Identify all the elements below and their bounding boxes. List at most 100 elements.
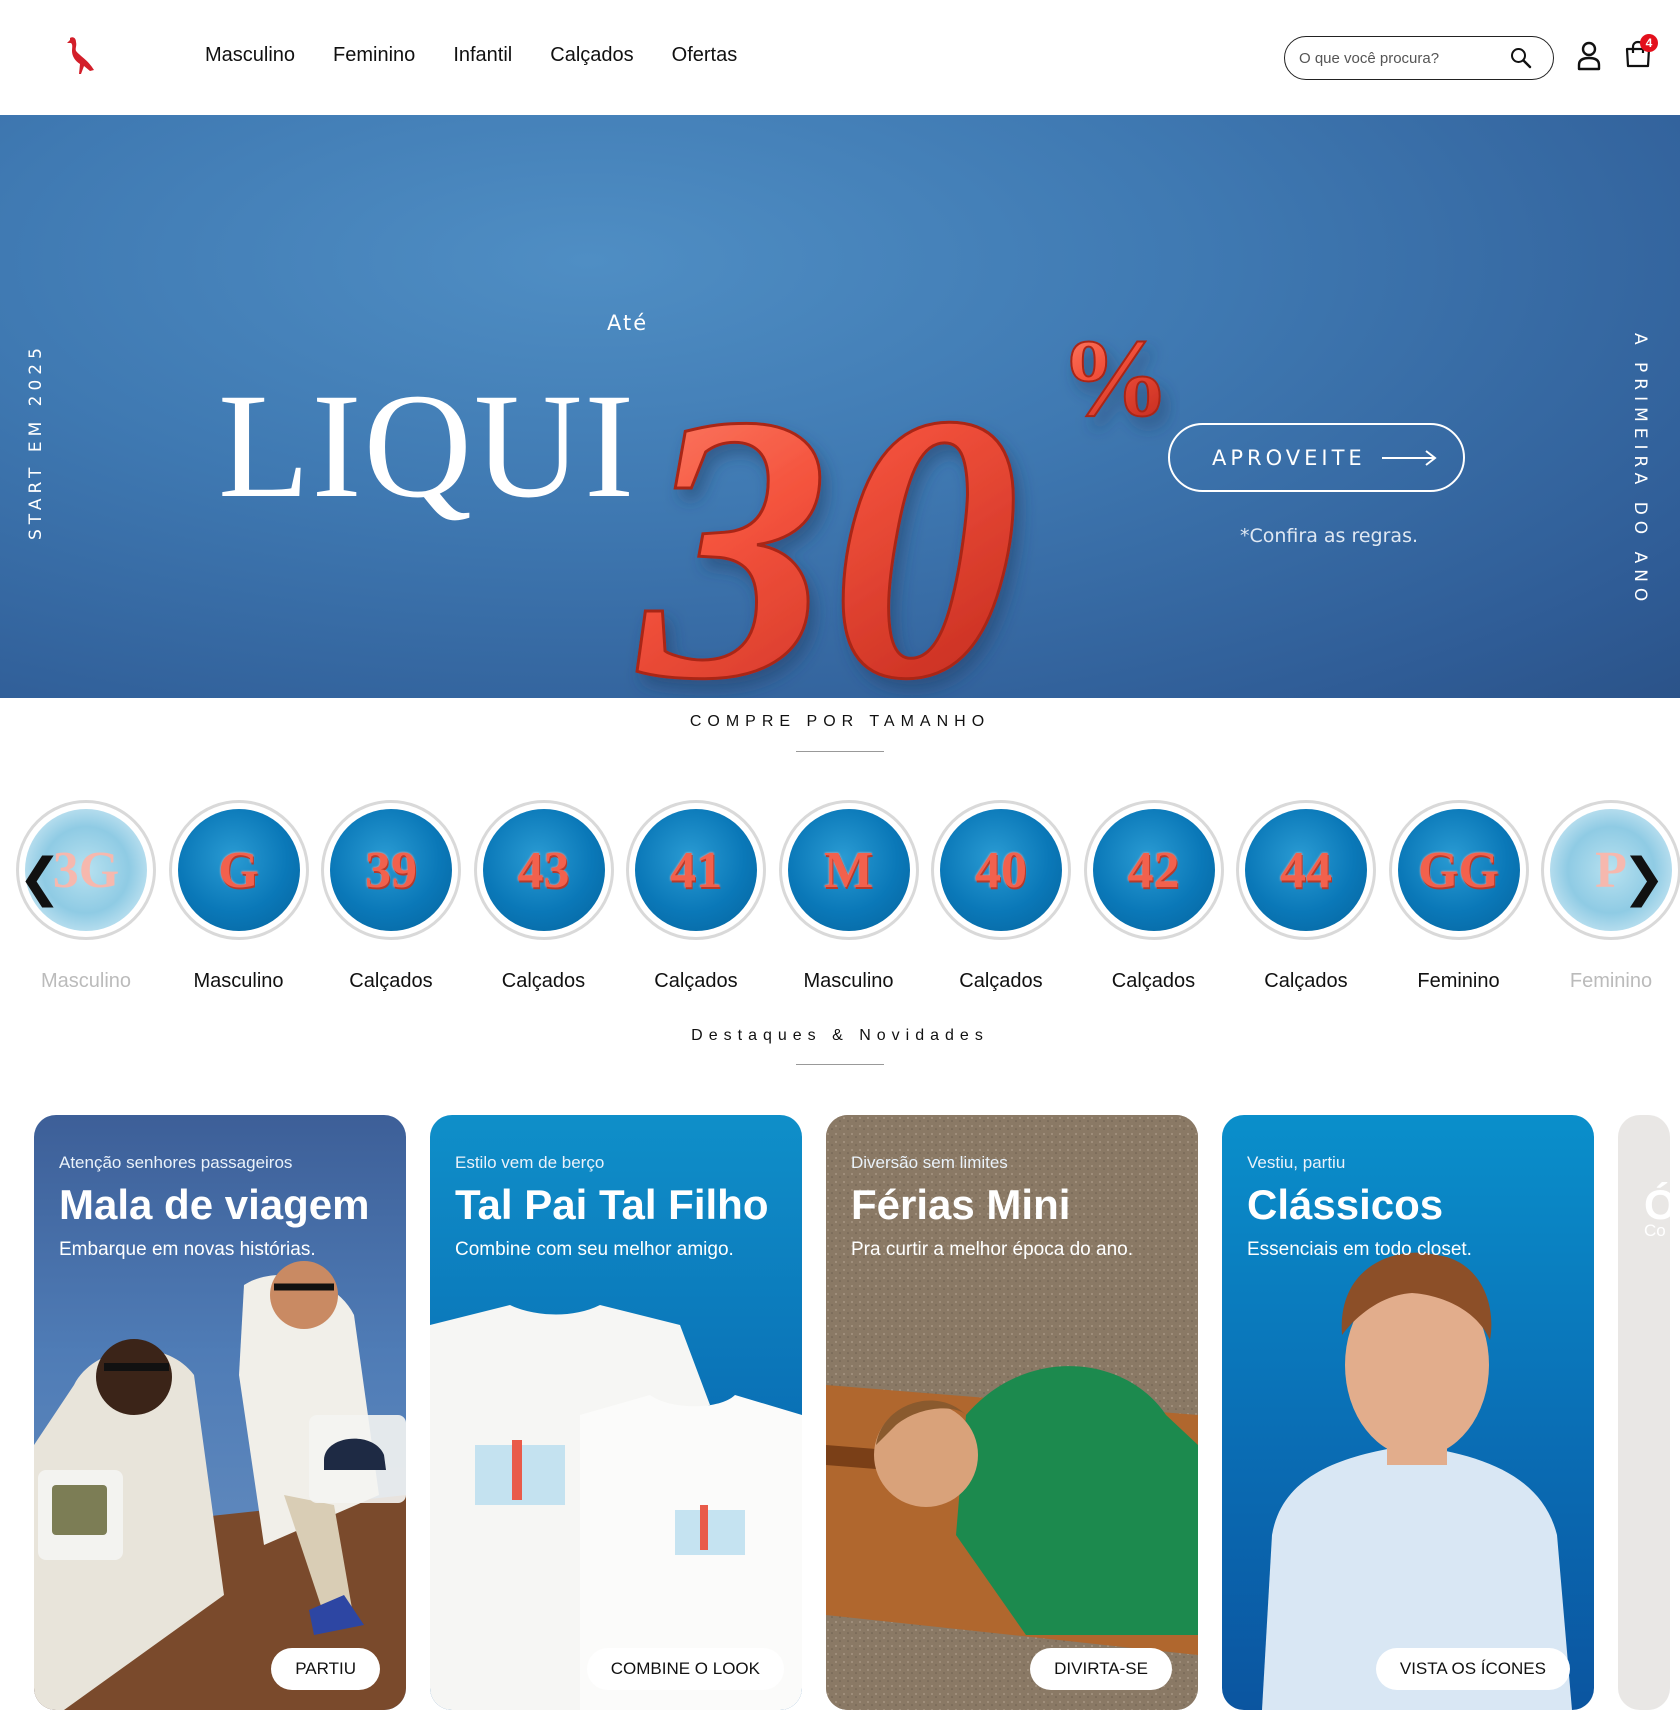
card-classicos[interactable]: Vestiu, partiu Clássicos Essenciais em t… xyxy=(1222,1115,1594,1710)
card-ferias-mini[interactable]: Diversão sem limites Férias Mini Pra cur… xyxy=(826,1115,1198,1710)
shop-by-size-title: COMPRE POR TAMANHO xyxy=(689,713,991,730)
user-icon[interactable] xyxy=(1576,40,1602,72)
card-title: Mala de viagem xyxy=(59,1181,370,1228)
card-title: Clássicos xyxy=(1247,1181,1444,1228)
size-ring: 41 xyxy=(626,800,766,940)
search-icon[interactable] xyxy=(1509,46,1533,70)
size-disc: 42 xyxy=(1092,809,1215,931)
carousel-next-icon[interactable]: ❯ xyxy=(1622,848,1666,908)
card-subtitle: Essenciais em todo closet. xyxy=(1247,1239,1472,1260)
size-ring: M xyxy=(778,800,919,940)
size-value: 39 xyxy=(365,841,417,899)
hero-headline: LIQUI xyxy=(218,363,637,529)
size-option-gg[interactable]: GG Feminino xyxy=(1388,800,1529,993)
size-ring: 40 xyxy=(931,800,1071,940)
size-value: 44 xyxy=(1280,841,1332,899)
nav-calcados[interactable]: Calçados xyxy=(550,44,633,67)
card-eyebrow: Diversão sem limites xyxy=(851,1153,1008,1172)
card-subtitle: Combine com seu melhor amigo. xyxy=(455,1239,734,1260)
size-ring: 39 xyxy=(321,800,461,940)
size-carousel: 3G Masculino G Masculino 39 Calçados 43 Calçado… xyxy=(0,800,1680,1000)
hero-percent-text: % xyxy=(1060,317,1170,439)
brand-logo[interactable] xyxy=(60,34,100,78)
size-value: G xyxy=(218,841,259,899)
aproveite-label: APROVEITE xyxy=(1212,445,1366,470)
nav-ofertas[interactable]: Ofertas xyxy=(672,44,738,67)
size-option-m[interactable]: M Masculino xyxy=(778,800,919,993)
size-option-40[interactable]: 40 Calçados xyxy=(931,800,1071,993)
hero-rules-link[interactable]: *Confira as regras. xyxy=(1240,525,1418,547)
card-title: Férias Mini xyxy=(851,1181,1071,1228)
size-category-label: Calçados xyxy=(654,970,738,992)
size-disc: 40 xyxy=(940,809,1062,931)
card-eyebrow: Estilo vem de berço xyxy=(455,1153,605,1172)
carousel-prev-icon[interactable]: ❮ xyxy=(18,848,62,908)
search-box xyxy=(1284,36,1554,80)
card-eyebrow: Atenção senhores passageiros xyxy=(59,1153,293,1172)
size-disc: 44 xyxy=(1245,809,1367,931)
partiu-button[interactable]: PARTIU xyxy=(271,1648,380,1690)
size-value: 42 xyxy=(1127,841,1180,899)
combine-o-look-button[interactable]: COMBINE O LOOK xyxy=(586,1648,784,1690)
hero-discount-graphic: 30 % xyxy=(633,316,1171,698)
aproveite-button[interactable]: APROVEITE xyxy=(1168,423,1465,492)
highlights-title: Destaques & Novidades xyxy=(691,1027,989,1044)
vista-os-icones-button[interactable]: VISTA OS ÍCONES xyxy=(1375,1648,1570,1690)
cart-count-badge: 4 xyxy=(1640,34,1658,52)
nav-infantil[interactable]: Infantil xyxy=(453,44,512,67)
card-tal-pai-tal-filho[interactable]: Estilo vem de berço Tal Pai Tal Filho Co… xyxy=(430,1115,802,1710)
hero-side-text-left: START EM 2025 xyxy=(26,343,46,540)
hero-banner[interactable]: START EM 2025 A PRIMEIRA DO ANO LIQUI At… xyxy=(0,115,1680,698)
size-category-label: Calçados xyxy=(959,970,1043,992)
hero-side-text-right: A PRIMEIRA DO ANO xyxy=(1630,333,1650,608)
size-option-43[interactable]: 43 Calçados xyxy=(473,800,614,993)
card-subtitle: Pra curtir a melhor época do ano. xyxy=(851,1239,1133,1260)
nav-feminino[interactable]: Feminino xyxy=(333,44,415,67)
size-option-42[interactable]: 42 Calçados xyxy=(1083,800,1224,993)
search-input[interactable] xyxy=(1299,47,1499,69)
size-disc: 41 xyxy=(635,809,757,931)
card-next-partial[interactable]: Ó Co xyxy=(1618,1115,1670,1710)
nav-masculino[interactable]: Masculino xyxy=(205,44,295,67)
size-category-label: Feminino xyxy=(1417,970,1500,992)
size-category-label: Calçados xyxy=(1264,970,1348,992)
size-option-g[interactable]: G Masculino xyxy=(168,800,309,993)
main-nav: Masculino Feminino Infantil Calçados Ofe… xyxy=(205,44,737,67)
size-ring: G xyxy=(168,800,309,940)
size-category-label: Masculino xyxy=(40,970,132,992)
size-ring: GG xyxy=(1388,800,1529,940)
size-disc: GG xyxy=(1397,809,1520,931)
card-mala-de-viagem[interactable]: Atenção senhores passageiros Mala de via… xyxy=(34,1115,406,1710)
hero-number-text: 30 xyxy=(634,337,1020,698)
size-category-label: Calçados xyxy=(501,970,586,992)
size-disc: 43 xyxy=(482,809,605,931)
size-value: 41 xyxy=(670,841,722,899)
size-disc: G xyxy=(177,809,300,931)
highlights-carousel: Atenção senhores passageiros Mala de via… xyxy=(0,1115,1680,1710)
size-category-label: Masculino xyxy=(803,970,894,992)
card-subtitle: Embarque em novas histórias. xyxy=(59,1239,316,1260)
size-value: 40 xyxy=(975,841,1027,899)
size-option-39[interactable]: 39 Calçados xyxy=(321,800,461,993)
size-category-label: Feminino xyxy=(1569,970,1653,992)
size-category-label: Masculino xyxy=(193,970,284,992)
card-eyebrow: Vestiu, partiu xyxy=(1247,1153,1346,1172)
size-disc: 39 xyxy=(330,809,452,931)
section-divider xyxy=(796,751,884,752)
card-title: Tal Pai Tal Filho xyxy=(455,1181,769,1228)
size-option-44[interactable]: 44 Calçados xyxy=(1236,800,1376,993)
size-ring: 44 xyxy=(1236,800,1376,940)
size-ring: 43 xyxy=(473,800,614,940)
divirta-se-button[interactable]: DIVIRTA-SE xyxy=(1030,1648,1172,1690)
site-header: Masculino Feminino Infantil Calçados Ofe… xyxy=(0,0,1680,115)
size-disc: M xyxy=(787,809,910,931)
size-ring: 42 xyxy=(1083,800,1224,940)
size-category-label: Calçados xyxy=(1111,970,1196,992)
size-option-41[interactable]: 41 Calçados xyxy=(626,800,766,993)
size-category-label: Calçados xyxy=(349,970,433,992)
arrow-right-icon xyxy=(1381,449,1437,466)
size-value: 43 xyxy=(517,841,570,899)
card-eyebrow: Co xyxy=(1644,1221,1666,1240)
size-value: GG xyxy=(1418,841,1499,899)
size-value: M xyxy=(823,841,874,899)
